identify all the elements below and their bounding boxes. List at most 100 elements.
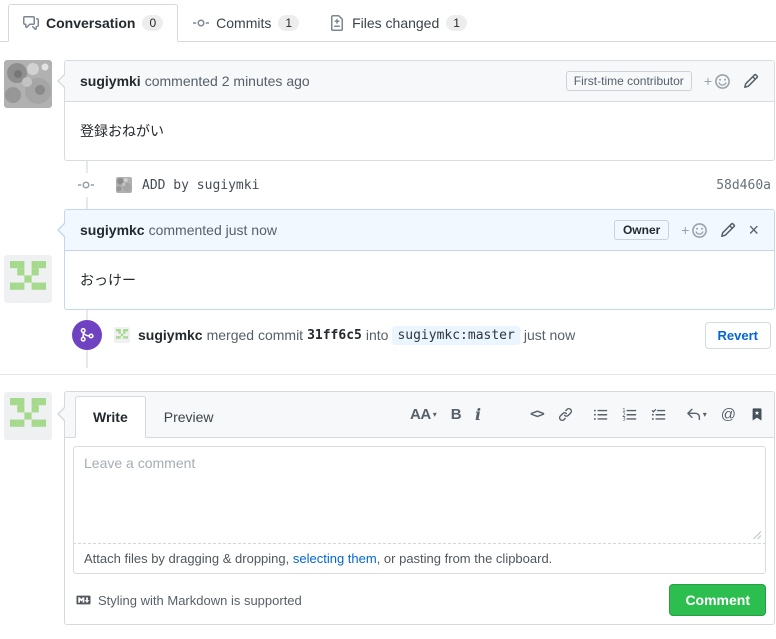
- code-icon: <>: [530, 407, 544, 422]
- tab-files-changed[interactable]: Files changed 1: [314, 4, 482, 42]
- tasklist-icon: [651, 407, 666, 422]
- merge-target-branch: sugiymkc:master: [392, 326, 519, 345]
- merge-action-text: merged commit: [207, 327, 303, 343]
- comment-2-meta: commented just now: [149, 222, 277, 238]
- markdown-toolbar: AA▾ B i “ <> 123 ▾ @ ★: [410, 405, 774, 424]
- commit-sha-link[interactable]: 58d460a: [716, 178, 771, 193]
- tab-files-changed-label: Files changed: [352, 15, 439, 31]
- commit-author-avatar[interactable]: [116, 177, 132, 193]
- svg-text:★: ★: [754, 410, 760, 417]
- pencil-icon: [743, 73, 759, 89]
- pr-timeline: sugiymki commented 2 minutes ago First-t…: [0, 42, 776, 374]
- merge-actor-avatar[interactable]: [114, 327, 130, 343]
- comment-card-2: sugiymkc commented just now Owner + ×: [64, 209, 775, 310]
- plus-icon: +: [681, 222, 689, 238]
- delete-comment-button[interactable]: ×: [748, 223, 759, 237]
- commit-message-link[interactable]: ADD by sugiymki: [142, 178, 259, 193]
- tab-commits-label: Commits: [216, 15, 271, 31]
- attach-text-prefix: Attach files by dragging & dropping,: [84, 551, 289, 566]
- attach-files-bar: Attach files by dragging & dropping, sel…: [73, 544, 766, 574]
- markdown-supported-link[interactable]: Styling with Markdown is supported: [73, 593, 302, 608]
- comment-form-actions: Styling with Markdown is supported Comme…: [65, 582, 774, 624]
- edit-comment-button[interactable]: [720, 222, 736, 238]
- add-reaction-button[interactable]: +: [704, 73, 731, 90]
- ordered-list-button[interactable]: 123: [622, 407, 637, 422]
- merge-event-row: sugiymkc merged commit 31ff6c5 into sugi…: [64, 310, 771, 374]
- link-button[interactable]: [558, 407, 573, 422]
- tab-conversation-counter: 0: [142, 15, 163, 31]
- chevron-down-icon: ▾: [433, 410, 437, 419]
- tab-commits[interactable]: Commits 1: [178, 4, 314, 42]
- avatar-sugiymkc[interactable]: [4, 255, 52, 303]
- svg-text:3: 3: [622, 417, 626, 422]
- saved-reply-button[interactable]: ▾: [686, 407, 707, 422]
- tab-conversation-label: Conversation: [46, 15, 135, 31]
- comment-form-box: Write Preview AA▾ B i “ <> 123: [64, 391, 775, 625]
- new-comment-section: Write Preview AA▾ B i “ <> 123: [0, 375, 776, 625]
- bookmark-icon: ★: [750, 407, 764, 422]
- link-icon: [558, 407, 573, 422]
- list-unordered-icon: [593, 407, 608, 422]
- reply-icon: [686, 407, 701, 422]
- tab-write[interactable]: Write: [75, 396, 146, 438]
- git-commit-icon: [193, 15, 209, 31]
- merge-event-text: sugiymkc merged commit 31ff6c5 into sugi…: [138, 326, 575, 345]
- merge-actor-link[interactable]: sugiymkc: [138, 327, 203, 343]
- tab-preview[interactable]: Preview: [146, 396, 232, 438]
- chevron-down-icon: ▾: [703, 410, 707, 419]
- file-diff-icon: [329, 15, 345, 31]
- smiley-icon: [691, 222, 708, 239]
- close-icon: ×: [748, 223, 759, 237]
- select-files-link[interactable]: selecting them: [293, 551, 377, 566]
- bold-button[interactable]: B: [451, 406, 461, 423]
- comment-1-meta: commented 2 minutes ago: [145, 73, 310, 89]
- owner-badge: Owner: [614, 220, 669, 240]
- comment-form-header: Write Preview AA▾ B i “ <> 123: [65, 392, 774, 438]
- italic-icon: i: [475, 405, 481, 424]
- comment-editor: Attach files by dragging & dropping, sel…: [73, 446, 766, 574]
- comment-textarea[interactable]: [73, 446, 766, 544]
- pencil-icon: [720, 222, 736, 238]
- resize-grip[interactable]: [752, 530, 762, 540]
- merge-time: just now: [524, 327, 575, 343]
- revert-button[interactable]: Revert: [705, 322, 771, 349]
- quote-icon: “: [501, 409, 516, 421]
- comment-2-header: sugiymkc commented just now Owner + ×: [65, 210, 774, 251]
- tab-conversation[interactable]: Conversation 0: [8, 4, 178, 42]
- quote-button[interactable]: “: [501, 409, 516, 421]
- text-size-button[interactable]: AA▾: [410, 406, 437, 423]
- task-list-button[interactable]: [651, 407, 666, 422]
- code-button[interactable]: <>: [530, 407, 544, 422]
- tab-files-changed-counter: 1: [446, 15, 467, 31]
- attach-text-suffix: , or pasting from the clipboard.: [377, 551, 553, 566]
- comment-1-author-link[interactable]: sugiymki: [80, 73, 141, 89]
- comment-2-body: おっけー: [65, 251, 774, 309]
- comment-2-author-link[interactable]: sugiymkc: [80, 222, 145, 238]
- edit-comment-button[interactable]: [743, 73, 759, 89]
- git-commit-icon: [78, 173, 94, 197]
- current-user-avatar[interactable]: [4, 392, 52, 440]
- text-size-icon: AA: [410, 406, 431, 423]
- pr-tabnav: Conversation 0 Commits 1 Files changed 1: [0, 0, 776, 42]
- italic-button[interactable]: i: [475, 405, 481, 424]
- comment-card-1: sugiymki commented 2 minutes ago First-t…: [64, 60, 775, 161]
- plus-icon: +: [704, 73, 712, 89]
- bold-icon: B: [451, 406, 461, 423]
- first-time-contributor-badge: First-time contributor: [566, 71, 692, 91]
- list-ordered-icon: 123: [622, 407, 637, 422]
- comment-submit-button[interactable]: Comment: [669, 584, 766, 616]
- comment-1-body: 登録おねがい: [65, 102, 774, 160]
- markdown-note-text: Styling with Markdown is supported: [98, 593, 302, 608]
- comment-discussion-icon: [23, 15, 39, 31]
- comment-1-header: sugiymki commented 2 minutes ago First-t…: [65, 61, 774, 102]
- tab-commits-counter: 1: [278, 15, 299, 31]
- merged-commit-sha-link[interactable]: 31ff6c5: [307, 328, 362, 343]
- unordered-list-button[interactable]: [593, 407, 608, 422]
- avatar-sugiymki[interactable]: [4, 60, 52, 108]
- merge-into-text: into: [366, 327, 389, 343]
- add-reaction-button[interactable]: +: [681, 222, 708, 239]
- commit-event-row: ADD by sugiymki 58d460a: [64, 161, 771, 209]
- markdown-icon: [75, 593, 92, 607]
- mention-button[interactable]: @: [721, 406, 736, 423]
- bookmark-button[interactable]: ★: [750, 407, 764, 422]
